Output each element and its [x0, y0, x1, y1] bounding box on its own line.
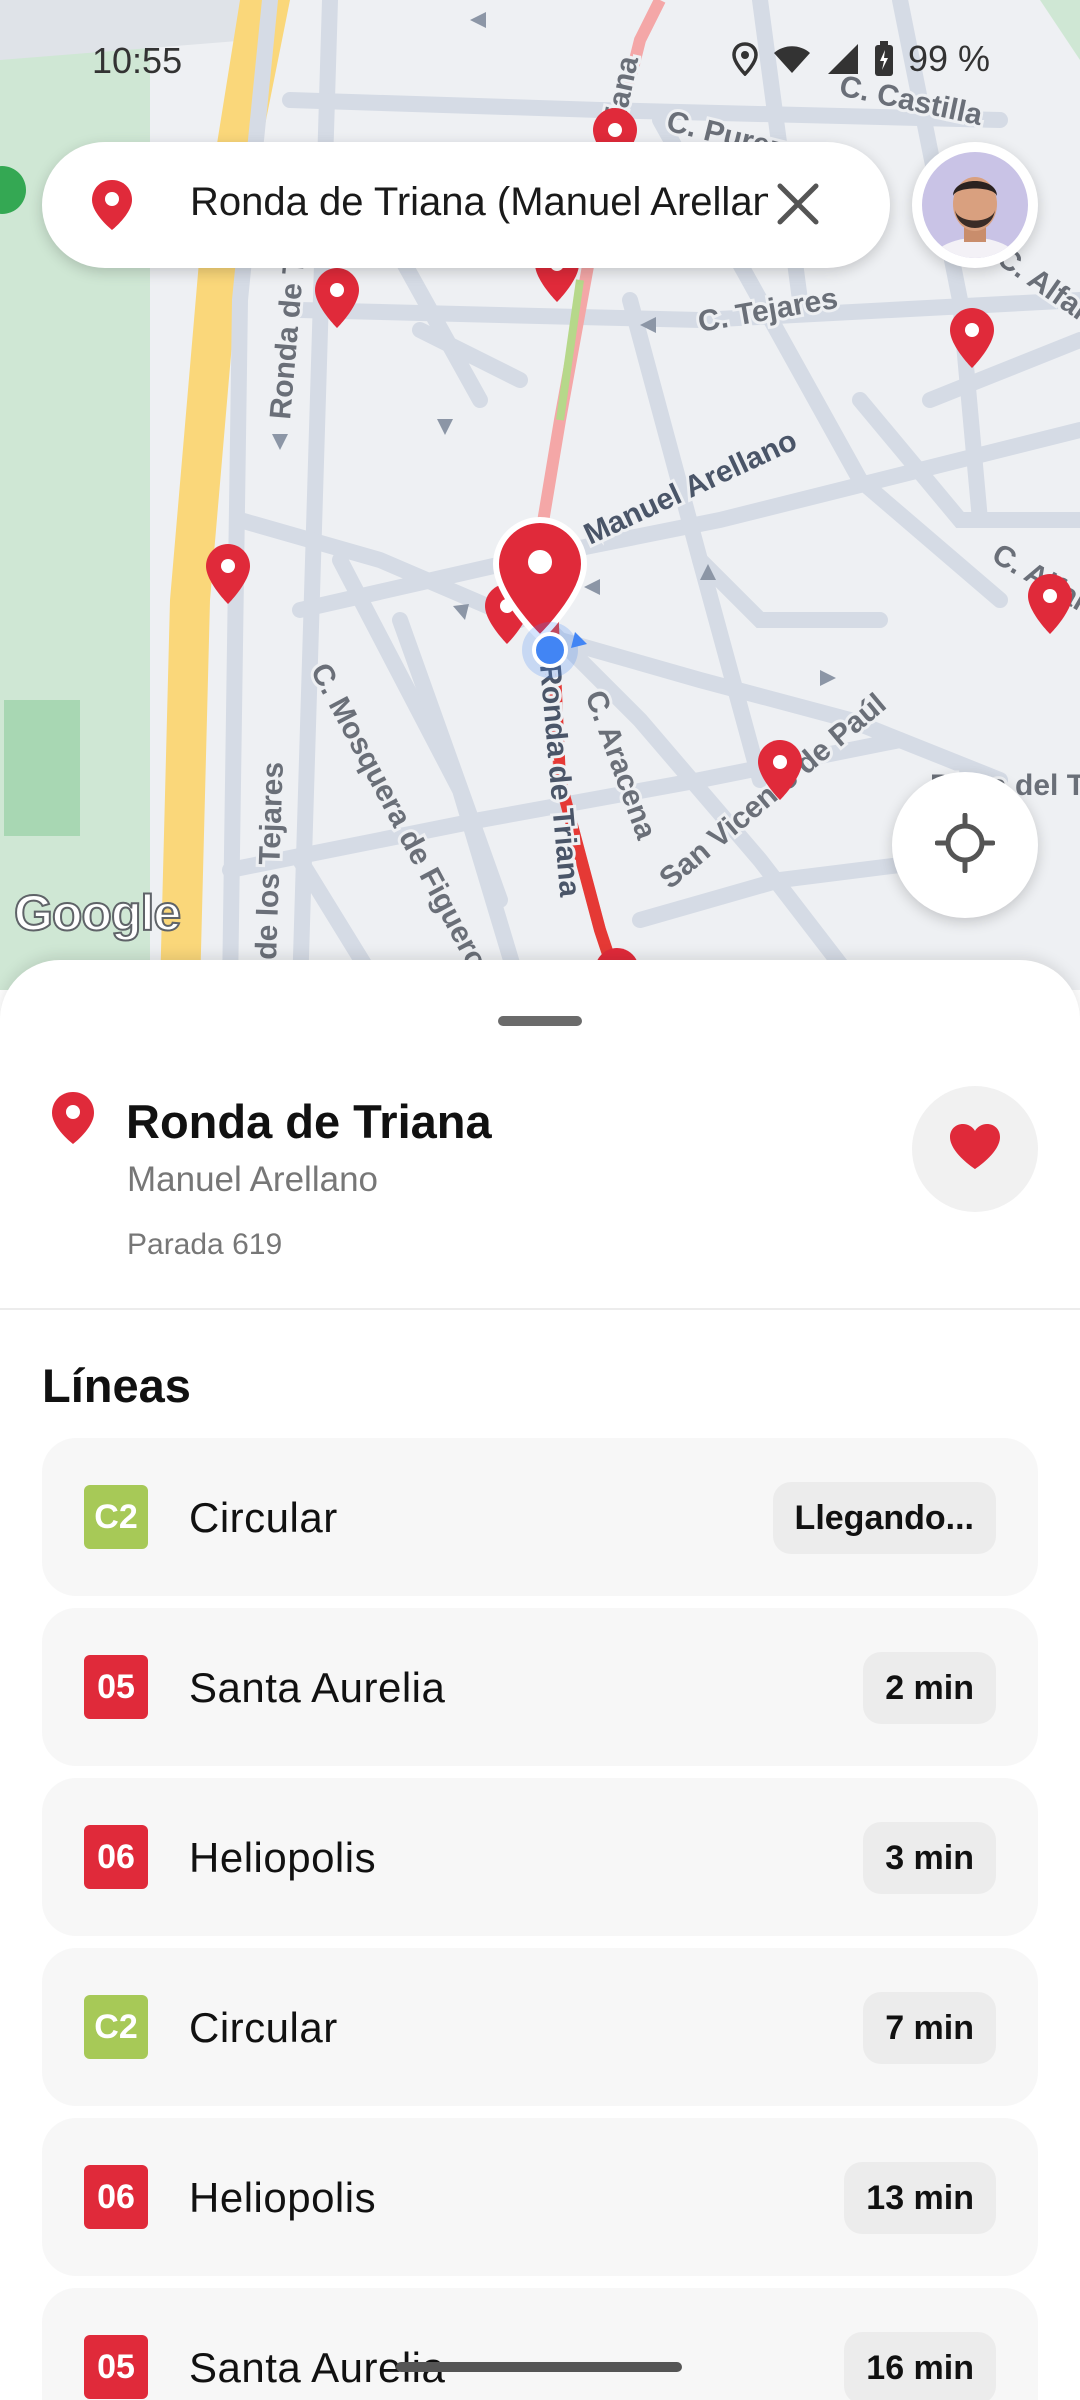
- line-row[interactable]: 05 Santa Aurelia 16 min: [42, 2288, 1038, 2400]
- line-row[interactable]: 05 Santa Aurelia 2 min: [42, 1608, 1038, 1766]
- line-eta: 3 min: [863, 1822, 996, 1894]
- status-icons: 99 %: [732, 38, 990, 80]
- line-name: Heliopolis: [189, 1834, 377, 1881]
- stop-details-sheet: Ronda de Triana Manuel Arellano Parada 6…: [0, 960, 1080, 2400]
- avatar[interactable]: [912, 142, 1038, 268]
- line-name: Heliopolis: [189, 2174, 377, 2221]
- line-name: Santa Aurelia: [189, 1664, 446, 1711]
- line-badge: 05: [84, 2335, 148, 2399]
- favorite-button[interactable]: [912, 1086, 1038, 1212]
- location-pin-icon: [50, 1090, 96, 1151]
- lines-heading: Líneas: [42, 1359, 191, 1412]
- line-row[interactable]: 06 Heliopolis 3 min: [42, 1778, 1038, 1936]
- status-bar: 10:55 99 %: [0, 0, 1080, 120]
- street-label: de los Tejares: [250, 761, 290, 960]
- divider: [0, 1308, 1080, 1310]
- my-location-marker: [522, 622, 587, 678]
- map-view[interactable]: C. Castilla C. Tejares C. Alfarería Manu…: [0, 0, 1080, 990]
- stop-subtitle: Manuel Arellano: [127, 1160, 378, 1199]
- heart-icon: [948, 1123, 1002, 1176]
- signal-icon: [826, 42, 860, 76]
- stop-title: Ronda de Triana: [126, 1095, 492, 1148]
- google-logo: Google: [13, 884, 182, 942]
- my-location-button[interactable]: [892, 772, 1038, 918]
- line-badge: 06: [84, 2165, 148, 2229]
- street-label: Ronda de Triana: [533, 663, 586, 899]
- line-eta: 13 min: [844, 2162, 996, 2234]
- line-eta: 7 min: [863, 1992, 996, 2064]
- line-badge: C2: [84, 1995, 148, 2059]
- battery-percent: 99 %: [907, 38, 990, 79]
- search-input[interactable]: Ronda de Triana (Manuel Arellano): [190, 180, 768, 225]
- line-name: Circular: [189, 2004, 338, 2051]
- line-badge: 05: [84, 1655, 148, 1719]
- drag-handle[interactable]: [498, 1016, 582, 1026]
- battery-icon: [874, 41, 894, 77]
- line-list: C2 Circular Llegando... 05 Santa Aurelia…: [42, 1438, 1038, 2400]
- line-badge: 06: [84, 1825, 148, 1889]
- line-eta: 16 min: [844, 2332, 996, 2400]
- close-icon[interactable]: [776, 182, 820, 226]
- line-eta: Llegando...: [772, 1482, 996, 1554]
- line-eta: 2 min: [863, 1652, 996, 1724]
- line-row[interactable]: 06 Heliopolis 13 min: [42, 2118, 1038, 2276]
- wifi-icon: [772, 43, 812, 75]
- home-indicator[interactable]: [396, 2362, 682, 2372]
- location-icon: [732, 42, 758, 76]
- line-row[interactable]: C2 Circular Llegando...: [42, 1438, 1038, 1596]
- profile-photo: [922, 152, 1028, 258]
- line-name: Circular: [189, 1494, 338, 1541]
- line-row[interactable]: C2 Circular 7 min: [42, 1948, 1038, 2106]
- line-badge: C2: [84, 1485, 148, 1549]
- search-bar[interactable]: Ronda de Triana (Manuel Arellano): [42, 142, 890, 268]
- crosshair-icon: [934, 812, 996, 878]
- location-pin-icon: [90, 178, 134, 237]
- stop-number: Parada 619: [127, 1228, 283, 1261]
- status-time: 10:55: [92, 40, 183, 81]
